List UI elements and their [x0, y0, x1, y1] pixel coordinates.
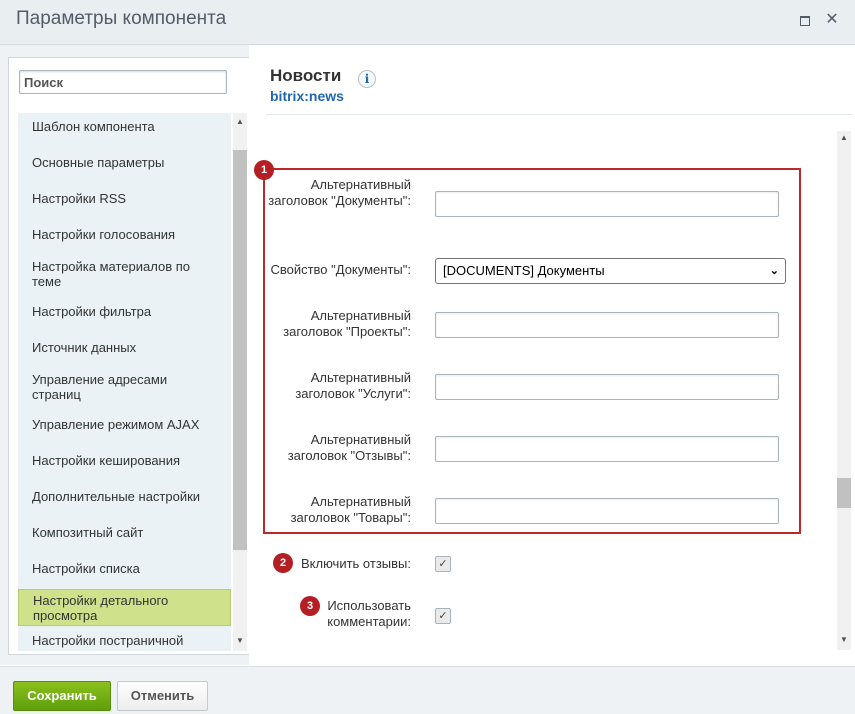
alt-reviews-label: Альтернативный заголовок "Отзывы":: [287, 432, 411, 463]
save-button[interactable]: Сохранить: [13, 681, 111, 711]
use-comments-checkbox[interactable]: ✓: [435, 608, 451, 624]
sidebar-item-rss[interactable]: Настройки RSS: [18, 191, 231, 206]
info-icon[interactable]: i: [358, 70, 376, 88]
sidebar-item-voting[interactable]: Настройки голосования: [18, 227, 231, 242]
main-scrollbar[interactable]: [837, 131, 851, 650]
maximize-icon[interactable]: [798, 13, 812, 27]
alt-docs-input[interactable]: [435, 191, 779, 217]
sidebar-item-datasource[interactable]: Источник данных: [18, 340, 231, 355]
main-scroll-down-icon[interactable]: ▼: [837, 633, 851, 647]
sidebar-item-additional[interactable]: Дополнительные настройки: [18, 489, 231, 504]
use-comments-label: Использовать комментарии:: [327, 598, 411, 629]
sidebar-item-main[interactable]: Основные параметры: [18, 155, 231, 170]
component-code: bitrix:news: [270, 88, 344, 104]
sidebar-item-urls[interactable]: Управление адресами страниц: [18, 372, 231, 402]
sidebar: Поиск Шаблон компонента Основные парамет…: [8, 57, 250, 655]
sidebar-item-template[interactable]: Шаблон компонента: [18, 119, 231, 134]
sidebar-item-related[interactable]: Настройка материалов по теме: [18, 259, 231, 289]
sidebar-item-list[interactable]: Настройки списка: [18, 561, 231, 576]
chevron-down-icon: ⌄: [769, 265, 779, 277]
sidebar-list: Шаблон компонента Основные параметры Нас…: [18, 113, 231, 651]
close-icon[interactable]: ✕: [825, 12, 839, 28]
main-scroll-up-icon[interactable]: ▲: [837, 131, 851, 145]
docs-prop-value: [DOCUMENTS] Документы: [443, 263, 605, 278]
alt-goods-input[interactable]: [435, 498, 779, 524]
enable-reviews-label: Включить отзывы:: [301, 556, 411, 571]
dialog-titlebar: Параметры компонента ✕: [0, 0, 855, 45]
docs-prop-label: Свойство "Документы":: [270, 262, 411, 277]
alt-projects-input[interactable]: [435, 312, 779, 338]
search-input[interactable]: Поиск: [19, 70, 227, 94]
alt-services-input[interactable]: [435, 374, 779, 400]
alt-docs-label: Альтернативный заголовок "Документы":: [268, 177, 411, 208]
main-scrollbar-thumb[interactable]: [837, 478, 851, 508]
sidebar-item-pager[interactable]: Настройки постраничной: [18, 633, 231, 648]
alt-goods-label: Альтернативный заголовок "Товары":: [290, 494, 411, 525]
alt-services-label: Альтернативный заголовок "Услуги":: [295, 370, 411, 401]
sidebar-item-composite[interactable]: Композитный сайт: [18, 525, 231, 540]
divider: [266, 114, 852, 115]
scroll-up-icon[interactable]: ▲: [233, 115, 247, 129]
sidebar-item-filter[interactable]: Настройки фильтра: [18, 304, 231, 319]
sidebar-item-ajax[interactable]: Управление режимом AJAX: [18, 417, 231, 432]
docs-prop-select[interactable]: [DOCUMENTS] Документы ⌄: [435, 258, 786, 284]
sidebar-scrollbar-thumb[interactable]: [233, 150, 247, 550]
cancel-button[interactable]: Отменить: [117, 681, 208, 711]
scroll-down-icon[interactable]: ▼: [233, 634, 247, 648]
alt-projects-label: Альтернативный заголовок "Проекты":: [283, 308, 411, 339]
component-title: Новости: [270, 66, 342, 85]
dialog-title: Параметры компонента: [16, 8, 227, 29]
alt-reviews-input[interactable]: [435, 436, 779, 462]
enable-reviews-checkbox[interactable]: ✓: [435, 556, 451, 572]
highlight-box: [263, 168, 801, 534]
sidebar-item-cache[interactable]: Настройки кеширования: [18, 453, 231, 468]
sidebar-item-detail[interactable]: Настройки детального просмотра: [18, 589, 231, 626]
